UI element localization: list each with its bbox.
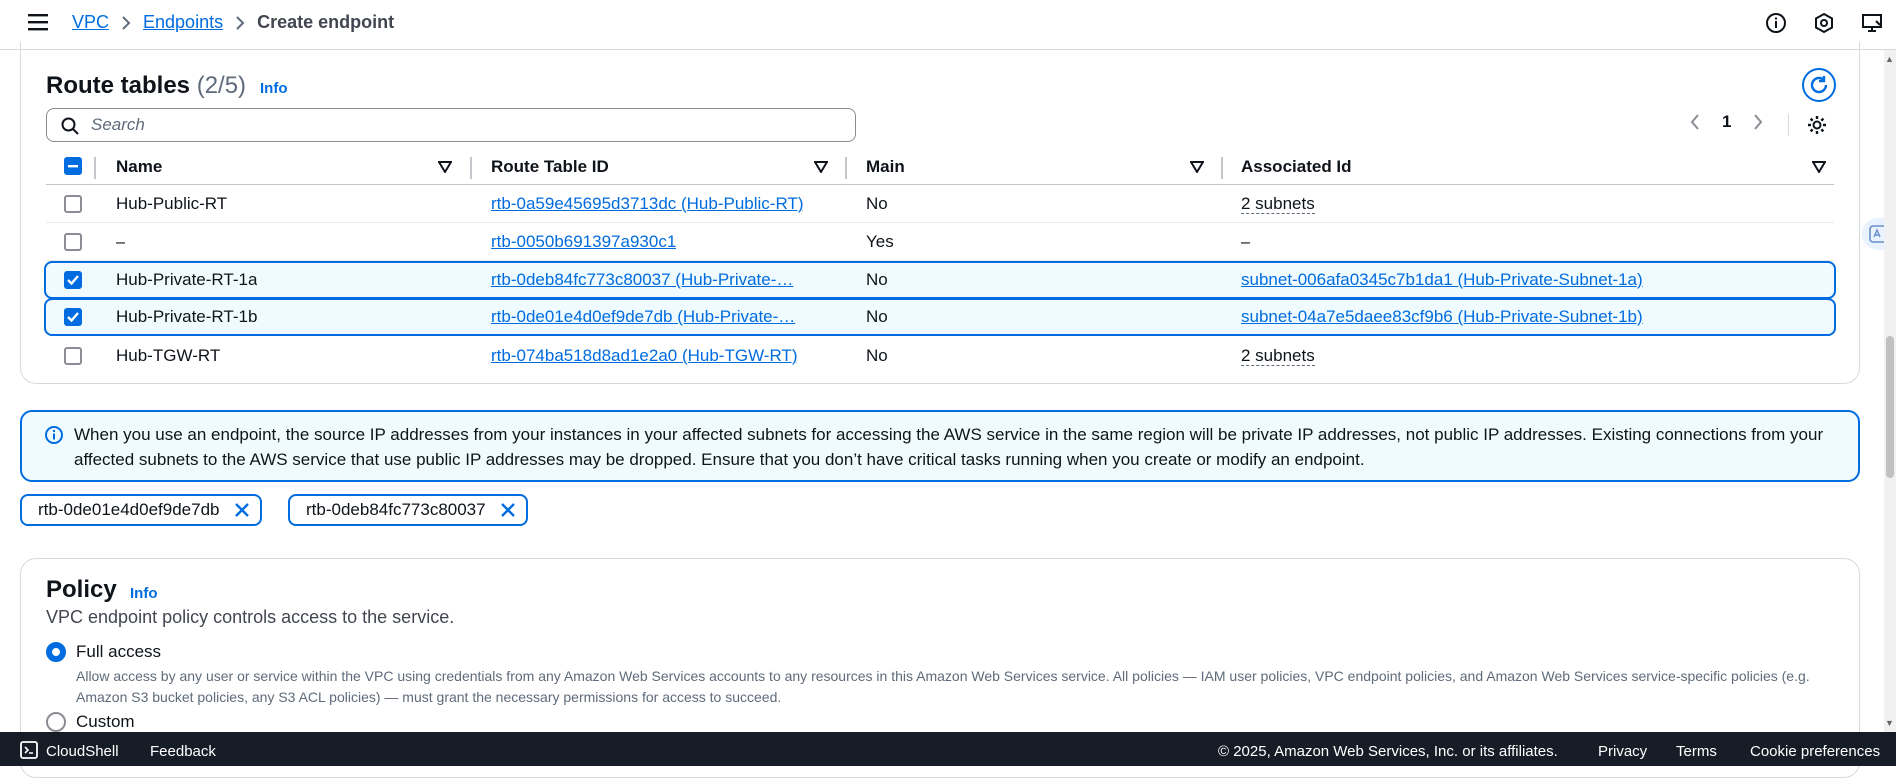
column-divider bbox=[1221, 157, 1223, 179]
column-divider bbox=[470, 157, 472, 179]
info-alert: When you use an endpoint, the source IP … bbox=[20, 410, 1860, 482]
top-icons bbox=[1752, 12, 1896, 38]
row-route-table-id-link[interactable]: rtb-0de01e4d0ef9de7db (Hub-Private-… bbox=[491, 307, 821, 327]
column-header-route-table-id[interactable]: Route Table ID bbox=[491, 157, 609, 177]
row-name: Hub-TGW-RT bbox=[116, 346, 221, 365]
table-row[interactable]: Hub-Public-RT rtb-0a59e45695d3713dc (Hub… bbox=[46, 185, 1834, 223]
search-input[interactable] bbox=[91, 113, 831, 137]
pagination: 1 bbox=[1690, 112, 1763, 132]
info-circle-icon bbox=[44, 425, 64, 445]
row-main: No bbox=[866, 307, 888, 326]
cloudshell-link[interactable]: CloudShell bbox=[46, 743, 119, 760]
row-main: No bbox=[866, 346, 888, 365]
scrollbar-thumb[interactable] bbox=[1886, 336, 1894, 478]
row-checkbox[interactable] bbox=[64, 233, 82, 251]
column-divider bbox=[94, 157, 96, 179]
route-tables-heading: Route tables (2/5) bbox=[46, 72, 246, 100]
sort-down-icon[interactable] bbox=[1190, 161, 1204, 173]
row-route-table-id-link[interactable]: rtb-0050b691397a930c1 bbox=[491, 232, 676, 252]
table-header: Name Route Table ID Main Associated Id bbox=[46, 151, 1834, 185]
row-name: Hub-Private-RT-1b bbox=[116, 307, 258, 326]
divider bbox=[1788, 114, 1789, 136]
scrollbar[interactable]: ▲ ▼ bbox=[1884, 50, 1896, 732]
refresh-icon bbox=[1808, 74, 1830, 96]
sort-down-icon[interactable] bbox=[814, 161, 828, 173]
row-associated-id: – bbox=[1241, 232, 1251, 251]
column-header-name[interactable]: Name bbox=[116, 157, 162, 177]
radio-custom[interactable] bbox=[46, 712, 66, 732]
current-page[interactable]: 1 bbox=[1722, 112, 1731, 132]
column-header-associated-id[interactable]: Associated Id bbox=[1241, 157, 1352, 177]
row-checkbox[interactable] bbox=[64, 347, 82, 365]
policy-description: VPC endpoint policy controls access to t… bbox=[46, 607, 455, 627]
row-associated-id-link[interactable]: subnet-04a7e5daee83cf9b6 (Hub-Private-Su… bbox=[1241, 307, 1643, 327]
chevron-right-icon bbox=[235, 15, 245, 30]
row-main: No bbox=[866, 194, 888, 213]
security-hex-icon[interactable] bbox=[1800, 12, 1848, 38]
policy-title: Policy bbox=[46, 576, 117, 603]
route-tables-count: (2/5) bbox=[196, 72, 247, 99]
row-associated-id[interactable]: 2 subnets bbox=[1241, 346, 1315, 366]
radio-full-access[interactable] bbox=[46, 642, 66, 662]
copyright-text: © 2025, Amazon Web Services, Inc. or its… bbox=[1218, 743, 1558, 760]
row-route-table-id-link[interactable]: rtb-074ba518d8ad1e2a0 (Hub-TGW-RT) bbox=[491, 346, 797, 366]
scroll-up-icon[interactable]: ▲ bbox=[1885, 54, 1894, 64]
feedback-link[interactable]: Feedback bbox=[150, 743, 216, 760]
row-associated-id[interactable]: 2 subnets bbox=[1241, 194, 1315, 214]
row-main: Yes bbox=[866, 232, 894, 251]
selected-token: rtb-0deb84fc773c80037 bbox=[288, 494, 528, 526]
row-name: Hub-Private-RT-1a bbox=[116, 270, 258, 289]
breadcrumb-endpoints[interactable]: Endpoints bbox=[143, 12, 223, 33]
token-label: rtb-0deb84fc773c80037 bbox=[306, 500, 486, 519]
table-row[interactable]: – rtb-0050b691397a930c1 Yes – bbox=[46, 223, 1834, 261]
search-field bbox=[46, 108, 856, 142]
selected-token: rtb-0de01e4d0ef9de7db bbox=[20, 494, 262, 526]
row-name: Hub-Public-RT bbox=[116, 194, 228, 213]
row-associated-id-link[interactable]: subnet-006afa0345c7b1da1 (Hub-Private-Su… bbox=[1241, 270, 1643, 290]
option-label-custom[interactable]: Custom bbox=[76, 712, 135, 732]
privacy-link[interactable]: Privacy bbox=[1598, 743, 1647, 760]
menu-icon[interactable] bbox=[28, 13, 48, 31]
gear-icon[interactable] bbox=[1806, 114, 1828, 136]
cloudshell-icon[interactable] bbox=[20, 741, 38, 759]
terms-link[interactable]: Terms bbox=[1676, 743, 1717, 760]
row-name: – bbox=[116, 232, 126, 251]
close-icon[interactable] bbox=[500, 502, 516, 518]
sort-down-icon[interactable] bbox=[1812, 161, 1826, 173]
column-divider bbox=[845, 157, 847, 179]
route-tables-title: Route tables bbox=[46, 72, 191, 99]
chevron-right-icon[interactable] bbox=[1753, 114, 1763, 130]
breadcrumb-current: Create endpoint bbox=[257, 12, 395, 32]
row-checkbox-checked[interactable] bbox=[64, 271, 82, 289]
table-row-selected[interactable]: Hub-Private-RT-1a rtb-0deb84fc773c80037 … bbox=[44, 261, 1836, 299]
screen-share-icon[interactable] bbox=[1848, 12, 1896, 38]
row-main: No bbox=[866, 270, 888, 289]
option-description-full-access: Allow access by any user or service with… bbox=[76, 668, 1810, 705]
select-all-checkbox[interactable] bbox=[64, 157, 82, 175]
breadcrumb-vpc[interactable]: VPC bbox=[72, 12, 109, 33]
scroll-down-icon[interactable]: ▼ bbox=[1885, 718, 1894, 728]
policy-info-link[interactable]: Info bbox=[130, 585, 158, 602]
row-route-table-id-link[interactable]: rtb-0a59e45695d3713dc (Hub-Public-RT) bbox=[491, 194, 803, 214]
chevron-right-icon bbox=[121, 15, 131, 30]
row-checkbox[interactable] bbox=[64, 195, 82, 213]
route-tables-info-link[interactable]: Info bbox=[260, 80, 288, 97]
table-row[interactable]: Hub-TGW-RT rtb-074ba518d8ad1e2a0 (Hub-TG… bbox=[46, 337, 1834, 375]
refresh-button[interactable] bbox=[1802, 68, 1836, 102]
column-header-main[interactable]: Main bbox=[866, 157, 905, 177]
search-icon bbox=[61, 117, 79, 135]
alert-text: When you use an endpoint, the source IP … bbox=[74, 425, 1824, 469]
table-row-selected[interactable]: Hub-Private-RT-1b rtb-0de01e4d0ef9de7db … bbox=[44, 298, 1836, 336]
chevron-left-icon[interactable] bbox=[1690, 114, 1700, 130]
row-route-table-id-link[interactable]: rtb-0deb84fc773c80037 (Hub-Private-… bbox=[491, 270, 821, 290]
footer: CloudShell Feedback © 2025, Amazon Web S… bbox=[0, 732, 1896, 766]
breadcrumb: VPC Endpoints Create endpoint bbox=[72, 12, 394, 33]
cookie-preferences-link[interactable]: Cookie preferences bbox=[1750, 743, 1880, 760]
sort-down-icon[interactable] bbox=[438, 161, 452, 173]
token-label: rtb-0de01e4d0ef9de7db bbox=[38, 500, 220, 519]
option-label-full-access[interactable]: Full access bbox=[76, 642, 161, 662]
row-checkbox-checked[interactable] bbox=[64, 308, 82, 326]
info-circle-icon[interactable] bbox=[1752, 12, 1800, 38]
close-icon[interactable] bbox=[234, 502, 250, 518]
